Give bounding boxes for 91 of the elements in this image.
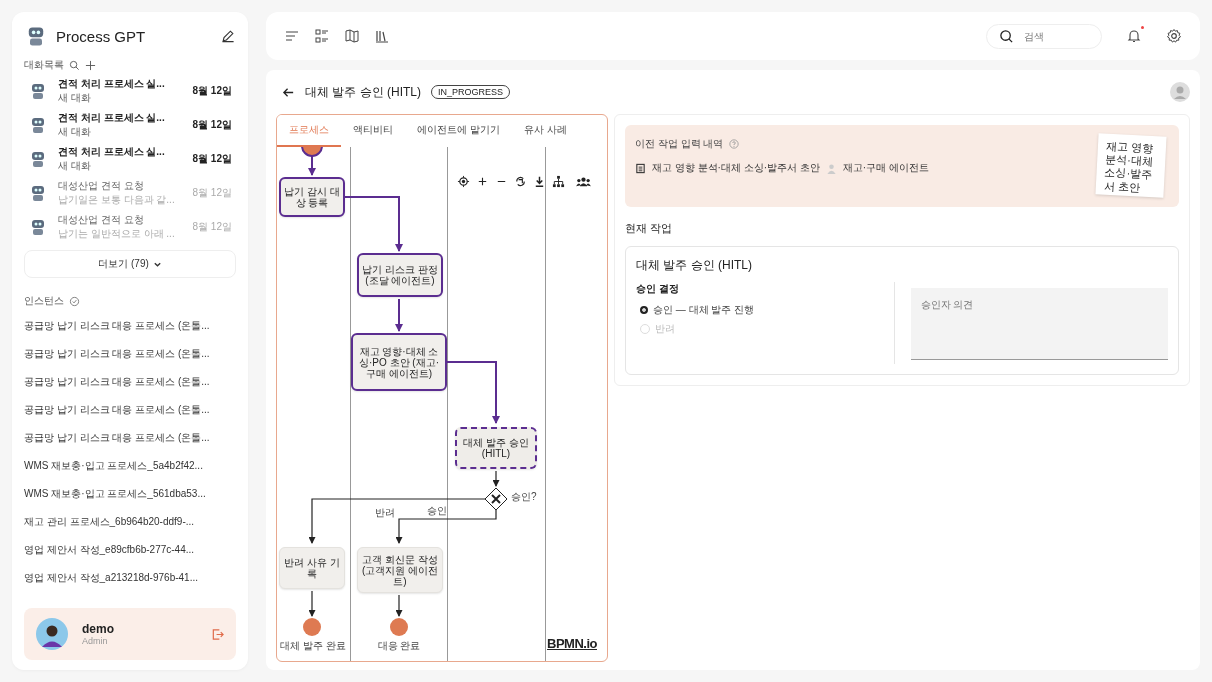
hierarchy-icon[interactable]	[552, 175, 565, 188]
check-circle-icon	[69, 295, 80, 307]
bpmn-logo[interactable]: BPMN.io	[547, 636, 597, 651]
add-icon[interactable]	[85, 59, 96, 71]
agent-name: 재고·구매 에이전트	[842, 161, 929, 175]
library-icon[interactable]	[374, 28, 390, 44]
menu-icon[interactable]	[284, 28, 300, 44]
chat-subtitle: 새 대화	[58, 159, 92, 173]
chat-title: 견적 처리 프로세스 실...	[58, 111, 166, 125]
group-icon[interactable]	[575, 175, 592, 188]
flow-arrow	[492, 470, 500, 487]
task-node: 고객 회신문 작성 (고객지원 에이전트)	[357, 547, 443, 593]
instance-item[interactable]: WMS 재보충·입고 프로세스_5a4b2f42...	[24, 452, 236, 480]
start-event	[301, 147, 323, 157]
chat-title: 견적 처리 프로세스 실...	[58, 77, 166, 91]
sticky-note: 재고 영향 분석·대체 소싱·발주서 초안	[1095, 133, 1167, 198]
flow-label: 반려	[375, 506, 395, 520]
instance-item[interactable]: 재고 관리 프로세스_6b964b20-ddf9-...	[24, 508, 236, 536]
chat-date: 8월 12일	[192, 220, 232, 234]
task-node: 납기 감시 대상 등록	[279, 177, 345, 217]
chat-item[interactable]: 대성산업 견적 요청 납기는 일반적으로 아래 ... 8월 12일	[24, 210, 236, 244]
task-node: 재고 영향·대체 소싱·PO 초안 (재고·구매 에이전트)	[351, 333, 447, 391]
chat-title: 견적 처리 프로세스 실...	[58, 145, 166, 159]
end-event	[390, 618, 408, 636]
notification-icon[interactable]	[1126, 28, 1142, 44]
end-event	[303, 618, 321, 636]
chat-subtitle: 납기는 일반적으로 아래 ...	[58, 227, 176, 241]
task-node: 대체 발주 승인 (HITL)	[455, 427, 537, 469]
gateway	[484, 487, 508, 511]
chat-title: 대성산업 견적 요청	[58, 213, 145, 227]
more-button[interactable]: 더보기 (79)	[24, 250, 236, 278]
instance-item[interactable]: 공급망 납기 리스크 대응 프로세스 (온톨...	[24, 312, 236, 340]
rotate-icon[interactable]	[514, 175, 527, 188]
output-name: 재고 영향 분석·대체 소싱·발주서 초안	[652, 161, 820, 175]
chat-item[interactable]: 견적 처리 프로세스 실... 새 대화 8월 12일	[24, 108, 236, 142]
logout-icon[interactable]	[211, 627, 224, 641]
flow-arrow	[395, 594, 403, 617]
chat-date: 8월 12일	[192, 84, 232, 98]
flow-label: 승인	[427, 504, 447, 518]
document-icon	[635, 162, 646, 174]
flow-arrow	[308, 590, 316, 617]
user-name: demo	[82, 622, 115, 636]
chat-subtitle: 새 대화	[58, 125, 92, 139]
download-icon[interactable]	[533, 175, 546, 188]
chat-item[interactable]: 대성산업 견적 요청 납기일은 보통 다음과 같... 8월 12일	[24, 176, 236, 210]
section-title: 대화목록	[24, 58, 64, 72]
person-icon	[825, 162, 837, 174]
edit-icon[interactable]	[220, 28, 236, 44]
chat-title: 대성산업 견적 요청	[58, 179, 145, 193]
instance-item[interactable]: WMS 재보충·입고 프로세스_561dba53...	[24, 480, 236, 508]
zoom-in-icon[interactable]	[476, 175, 489, 188]
task-node: 반려 사유 기록	[279, 547, 345, 589]
flow-arrow	[308, 155, 316, 176]
panel-title: 이전 작업 입력 내역	[635, 137, 724, 151]
search-icon	[999, 28, 1014, 44]
user-role: Admin	[82, 636, 109, 646]
chat-subtitle: 새 대화	[58, 91, 92, 105]
instance-item[interactable]: 공급망 납기 리스크 대응 프로세스 (온톨...	[24, 368, 236, 396]
event-label: 대응 완료	[376, 639, 422, 653]
chat-item[interactable]: 견적 처리 프로세스 실... 새 대화 8월 12일	[24, 74, 236, 108]
flow-arrow	[446, 361, 500, 424]
instance-item[interactable]: 영업 제안서 작성_e89cfb6b-277c-44...	[24, 536, 236, 564]
flow-arrow	[344, 196, 403, 252]
list-icon[interactable]	[314, 28, 330, 44]
gateway-label: 승인?	[511, 490, 537, 504]
settings-icon[interactable]	[1166, 28, 1182, 44]
form-title: 대체 발주 승인 (HITL)	[636, 257, 753, 274]
radio-option[interactable]: 승인 — 대체 발주 진행	[636, 303, 894, 317]
section-heading: 현재 작업	[625, 221, 674, 236]
focus-icon[interactable]	[457, 175, 470, 188]
event-label: 대체 발주 완료	[279, 639, 347, 653]
comment-field[interactable]: 승인자 의견	[910, 288, 1168, 360]
avatar	[36, 618, 68, 650]
app-title: Process GPT	[56, 27, 147, 45]
search-icon[interactable]	[69, 59, 80, 71]
chat-date: 8월 12일	[192, 118, 232, 132]
radio-button[interactable]	[640, 306, 648, 314]
instance-item[interactable]: 공급망 납기 리스크 대응 프로세스 (온톨...	[24, 340, 236, 368]
flow-arrow	[395, 298, 403, 332]
chat-subtitle: 납기일은 보통 다음과 같...	[58, 193, 176, 207]
chat-date: 8월 12일	[192, 186, 232, 200]
instance-item[interactable]: 영업 제안서 작성_a213218d-976b-41...	[24, 564, 236, 592]
chat-date: 8월 12일	[192, 152, 232, 166]
instance-item[interactable]: 공급망 납기 리스크 대응 프로세스 (온톨...	[24, 424, 236, 452]
map-icon[interactable]	[344, 28, 360, 44]
chat-item[interactable]: 견적 처리 프로세스 실... 새 대화 8월 12일	[24, 142, 236, 176]
task-title: 대체 발주 승인 (HITL)	[305, 83, 421, 101]
field-label: 승인 결정	[636, 282, 680, 296]
instance-item[interactable]: 공급망 납기 리스크 대응 프로세스 (온톨...	[24, 396, 236, 424]
task-node: 납기 리스크 판정 (조달 에이전트)	[357, 253, 443, 297]
section-title: 인스턴스	[24, 294, 64, 308]
